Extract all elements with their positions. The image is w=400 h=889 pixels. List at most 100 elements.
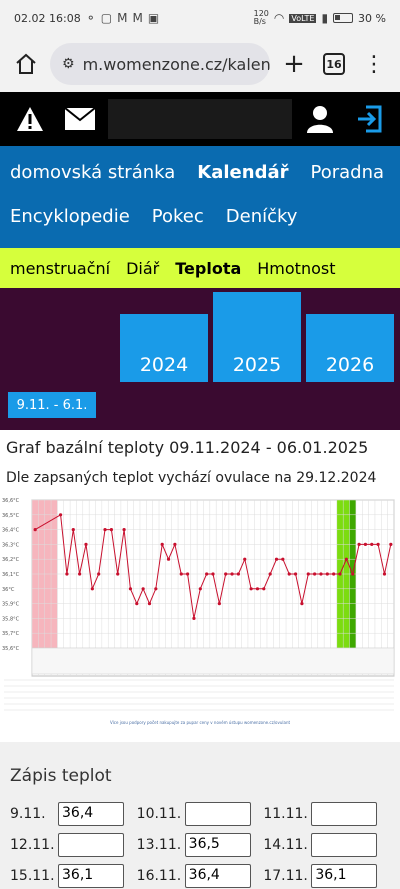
temperature-point [33, 528, 37, 532]
warning-icon[interactable] [8, 97, 52, 141]
net-speed: 120 B/s [253, 9, 269, 26]
temperature-point [154, 587, 158, 591]
y-tick-label: 35,7°C [2, 631, 20, 637]
temperature-input[interactable]: 36,5 [184, 832, 251, 857]
nav-calendar[interactable]: Kalendář [197, 162, 288, 183]
temperature-input[interactable] [311, 832, 378, 857]
tab-temperature[interactable]: Teplota [175, 259, 241, 278]
calendar-icon: ▢ [100, 11, 113, 25]
year-2024-button[interactable]: 2024 [120, 314, 208, 382]
graph-subtitle: Dle zapsaných teplot vychází ovulace na … [6, 470, 377, 486]
temperature-point [217, 602, 221, 606]
temperature-input[interactable]: 36,4 [184, 863, 251, 888]
range-button[interactable]: 9.11. - 6.1. [8, 392, 96, 418]
temperature-point [166, 557, 171, 561]
temperature-point [255, 587, 260, 591]
temperature-point [338, 572, 342, 576]
temperature-point [211, 572, 215, 576]
temperature-point [97, 572, 101, 576]
nav-diaries[interactable]: Deníčky [226, 206, 298, 227]
new-tab-icon[interactable]: + [278, 48, 310, 80]
temperature-input[interactable]: 36,1 [311, 863, 378, 888]
site-settings-icon[interactable]: ⚙ [62, 56, 75, 72]
temperature-input[interactable] [184, 801, 251, 826]
temperature-point [351, 572, 355, 576]
temperature-point [160, 542, 164, 546]
form-cell: 17.11. 36,1 [263, 863, 390, 888]
url-field[interactable]: ⚙ m.womenzone.cz/kalen [50, 43, 270, 85]
signal-icon: ▮ [321, 11, 329, 25]
mail-icon[interactable] [58, 97, 102, 141]
form-cell: 9.11. 36,4 [10, 801, 137, 826]
temperature-point [357, 542, 361, 546]
nav-encyclopedia[interactable]: Encyklopedie [10, 206, 130, 227]
temperature-point [363, 542, 368, 546]
x-label-zone [31, 647, 395, 675]
form-cell: 10.11. [137, 801, 264, 826]
temperature-point [192, 616, 196, 620]
usb-icon: ⚬ [85, 11, 96, 25]
mail-icon: M [117, 11, 128, 25]
temperature-point [198, 587, 202, 591]
y-tick-label: 36,2°C [2, 557, 20, 563]
temperature-point [135, 602, 139, 606]
footer-note: Více jsou podpory počet nakupujte za pup… [110, 720, 291, 725]
y-tick-label: 35,8°C [2, 616, 20, 622]
date-label: 14.11. [263, 836, 308, 853]
temperature-point [128, 587, 133, 591]
nav-advice[interactable]: Poradna [311, 162, 385, 183]
temperature-point [103, 528, 107, 532]
logout-icon[interactable] [348, 97, 392, 141]
temperature-input[interactable]: 36,4 [58, 801, 124, 826]
temperature-point [185, 572, 190, 576]
temperature-point [90, 587, 94, 591]
user-icon[interactable] [298, 97, 342, 141]
status-time: 02.02 16:08 [14, 11, 81, 25]
year-2026-button[interactable]: 2026 [306, 314, 394, 382]
year-2025-button[interactable]: 2025 [213, 292, 301, 382]
tabs-button[interactable]: 16 [318, 48, 350, 80]
temperature-point [65, 572, 69, 576]
y-tick-label: 36°C [2, 587, 15, 593]
temperature-input[interactable] [58, 832, 124, 857]
form-row: 15.11. 36,1 16.11. 36,4 17.11. 36,1 [10, 860, 390, 889]
home-icon[interactable] [10, 48, 42, 80]
y-tick-label: 36,1°C [2, 572, 20, 578]
nav-home[interactable]: domovská stránka [10, 162, 175, 183]
temperature-point [224, 572, 228, 576]
y-tick-label: 36,3°C [2, 542, 20, 548]
y-tick-label: 36,6°C [2, 498, 20, 504]
tab-weight[interactable]: Hmotnost [257, 259, 335, 278]
temperature-point [243, 557, 247, 561]
temperature-point [300, 602, 304, 606]
battery-icon [333, 13, 354, 23]
form-cell: 11.11. [263, 801, 390, 826]
temperature-input[interactable] [311, 801, 378, 826]
temperature-point [122, 528, 126, 532]
tab-menstrual[interactable]: menstruační [10, 259, 110, 278]
temperature-point [141, 587, 145, 591]
temperature-point [376, 542, 380, 546]
temperature-input[interactable]: 36,1 [58, 863, 124, 888]
mail-icon: M [132, 11, 143, 25]
temperature-point [382, 572, 387, 576]
tab-diary[interactable]: Diář [126, 259, 159, 278]
y-tick-label: 36,4°C [2, 528, 20, 534]
temperature-point [109, 528, 113, 532]
nav-chat[interactable]: Pokec [152, 206, 204, 227]
date-label: 16.11. [136, 867, 182, 884]
temperature-form: Zápis teplot 9.11. 36,4 10.11. 11.11. 12.11.… [0, 742, 400, 889]
sub-nav: menstruační Diář Teplota Hmotnost [0, 248, 400, 288]
form-cell: 13.11. 36,5 [137, 832, 264, 857]
temperature-point [332, 572, 336, 576]
temperature-point [262, 587, 266, 591]
chart-svg: 36,6°C 36,5°C 36,4°C 36,3°C 36,2°C 36,1°C 36°C… [2, 498, 395, 725]
date-label: 17.11. [263, 867, 308, 884]
form-row: 12.11. 13.11. 36,5 14.11. [10, 829, 390, 860]
temperature-point [84, 542, 88, 546]
menu-icon[interactable]: ⋮ [358, 48, 390, 80]
temperature-point [281, 557, 285, 561]
temperature-point [230, 572, 234, 576]
site-topbar [0, 92, 400, 146]
year-selector: 2024 2025 2026 9.11. - 6.1. [0, 288, 400, 430]
